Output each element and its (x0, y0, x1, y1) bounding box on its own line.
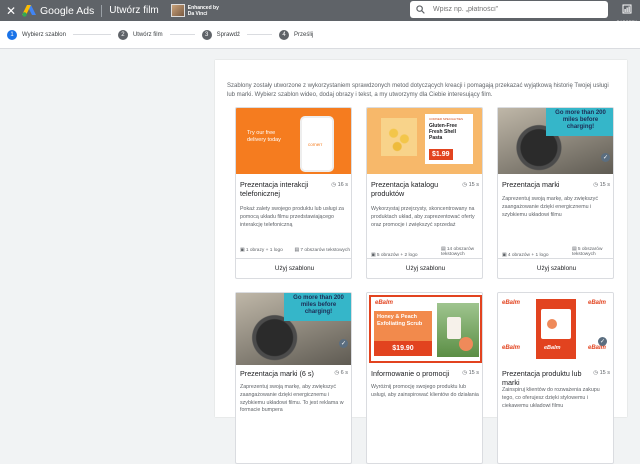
top-bar: ✕ Google Ads Utwórz film Enhanced by Da … (0, 0, 640, 24)
use-template-button[interactable]: Użyj szablonu (236, 258, 351, 278)
template-duration: ◷ 6 s (334, 370, 348, 376)
template-card[interactable]: Try our free delivery today cornerr Prez… (235, 107, 352, 279)
template-title: Prezentacja marki (502, 180, 560, 189)
thumb-text: Go more than 200 miles before charging! (284, 293, 351, 321)
thumb-logo: eBalm (375, 300, 394, 306)
template-duration: ◷ 15 s (593, 370, 610, 376)
phone-image: cornerr (300, 116, 334, 172)
davinci-line1: Enhanced by (187, 4, 219, 11)
search-icon (416, 5, 425, 14)
template-thumbnail: eBalm Honey & Peach Exfoliating Scrub $1… (367, 293, 482, 365)
checkmark-icon: ✓ (339, 339, 348, 348)
template-thumbnail: Go more than 200 miles before charging! … (236, 293, 351, 365)
step-review[interactable]: 3 Sprawdź (201, 29, 240, 40)
template-duration: ◷ 15 s (462, 182, 479, 188)
product-image (437, 303, 479, 357)
davinci-line2: Da Vinci (187, 10, 208, 17)
step-label: Prześlij (293, 31, 314, 38)
template-thumbnail: Go more than 200 miles before charging! … (498, 108, 613, 174)
thumb-logo: eBalm (588, 300, 607, 306)
pasta-image (381, 118, 417, 156)
thumb-price: $19.90 (374, 341, 432, 356)
step-number: 1 (7, 29, 17, 40)
reports-icon (622, 4, 632, 14)
thumb-logo: eBalm (544, 345, 561, 351)
template-card[interactable]: Go more than 200 miles before charging! … (497, 107, 614, 279)
thumb-price: $1.99 (429, 149, 453, 160)
step-choose-template[interactable]: 1 Wybierz szablon (7, 29, 66, 40)
template-thumbnail: CORNER SPECIALITIES Gluten-Free Fresh Sh… (367, 108, 482, 174)
template-title: Prezentacja marki (6 s) (240, 369, 314, 378)
thumb-product: Gluten-Free Fresh Shell Pasta (429, 123, 458, 141)
thumb-tag: CORNER SPECIALITIES (429, 117, 464, 121)
template-meta: ▣ 5 obrazów + 2 logo ▤ 14 obszarów tekst… (371, 247, 481, 258)
step-label: Wybierz szablon (22, 31, 66, 38)
template-thumbnail: Try our free delivery today cornerr (236, 108, 351, 174)
intro-text: Szablony zostały utworzone z wykorzystan… (227, 83, 609, 98)
template-card[interactable]: Go more than 200 miles before charging! … (235, 292, 352, 464)
brand-label: Google Ads (40, 4, 95, 17)
thumb-brand: cornerr (308, 142, 323, 147)
text-count: ▤ 7 obszarów tekstowych (294, 248, 350, 253)
close-icon[interactable]: ✕ (2, 4, 20, 18)
product-box: CORNER SPECIALITIES Gluten-Free Fresh Sh… (425, 114, 473, 164)
template-duration: ◷ 15 s (462, 370, 479, 376)
step-upload[interactable]: 4 Prześlij (278, 29, 314, 40)
template-thumbnail: eBalm eBalm eBalm eBalm eBalm ✓ (498, 293, 613, 365)
template-description: Wyróżnij promocję swojego produktu lub u… (371, 384, 479, 398)
thumb-text: Try our free delivery today (247, 130, 281, 143)
template-title: Prezentacja interakcji telefonicznej (240, 180, 309, 198)
davinci-badge: Enhanced by Da Vinci (170, 4, 219, 17)
template-title: Prezentacja katalogu produktów (371, 180, 439, 198)
text-count: ▤ 14 obszarów tekstowych (441, 247, 475, 257)
step-number: 3 (201, 29, 212, 40)
step-connector (246, 34, 272, 35)
thumb-logo: eBalm (502, 300, 521, 306)
text-count: ▤ 5 obszarów tekstowych (572, 247, 603, 257)
product-tile: eBalm (536, 299, 576, 359)
template-card[interactable]: eBalm eBalm eBalm eBalm eBalm ✓ Prezenta… (497, 292, 614, 464)
template-meta: ▣ 1 obrazy + 1 logo ▤ 7 obszarów tekstow… (240, 248, 350, 253)
template-title: Prezentacja produktu lub marki (502, 369, 582, 387)
template-duration: ◷ 16 s (331, 182, 348, 188)
step-connector (72, 34, 111, 35)
template-duration: ◷ 15 s (593, 182, 610, 188)
template-card[interactable]: CORNER SPECIALITIES Gluten-Free Fresh Sh… (366, 107, 483, 279)
template-meta: ▣ 4 obrazów + 1 logo ▤ 5 obszarów teksto… (502, 247, 612, 258)
step-number: 2 (117, 29, 128, 40)
thumb-product: Honey & Peach Exfoliating Scrub (374, 311, 432, 341)
thumb-text: Go more than 200 miles before charging! (546, 108, 613, 136)
use-template-button[interactable]: Użyj szablonu (367, 258, 482, 278)
stepper: 1 Wybierz szablon 2 Utwórz film 3 Sprawd… (0, 21, 640, 49)
template-description: Pokaż zalety swojego produktu lub usługi… (240, 206, 344, 228)
step-label: Sprawdź (216, 31, 240, 38)
google-ads-logo: Google Ads (22, 4, 95, 17)
use-template-button[interactable]: Użyj szablonu (498, 258, 613, 278)
google-ads-logo-icon (22, 4, 36, 17)
divider (101, 4, 103, 17)
page-title: Utwórz film (109, 5, 159, 16)
template-title: Informowanie o promocji (371, 369, 450, 378)
search-input[interactable] (433, 6, 593, 13)
davinci-image (170, 4, 185, 17)
template-panel: Szablony zostały utworzone z wykorzystan… (215, 60, 627, 464)
step-number: 4 (278, 29, 289, 40)
search-box[interactable] (410, 1, 608, 18)
template-card[interactable]: eBalm Honey & Peach Exfoliating Scrub $1… (366, 292, 483, 464)
step-create-video[interactable]: 2 Utwórz film (117, 29, 163, 40)
checkmark-icon: ✓ (601, 153, 610, 162)
checkmark-icon: ✓ (598, 337, 607, 346)
template-description: Zaprezentuj swoją markę, aby zwiększyć z… (240, 384, 344, 414)
images-count: ▣ 1 obrazy + 1 logo (240, 248, 283, 253)
step-connector (169, 34, 195, 35)
template-description: Zaprezentuj swoją markę, aby zwiększyć z… (502, 196, 598, 218)
template-description: Zainspiruj klientów do rozważenia zakupu… (502, 387, 600, 409)
step-label: Utwórz film (132, 31, 163, 38)
thumb-logo: eBalm (502, 345, 521, 351)
template-description: Wykorzystaj przejrzysty, skoncentrowany … (371, 206, 475, 228)
reports-button[interactable]: RAPORTY (615, 1, 639, 24)
